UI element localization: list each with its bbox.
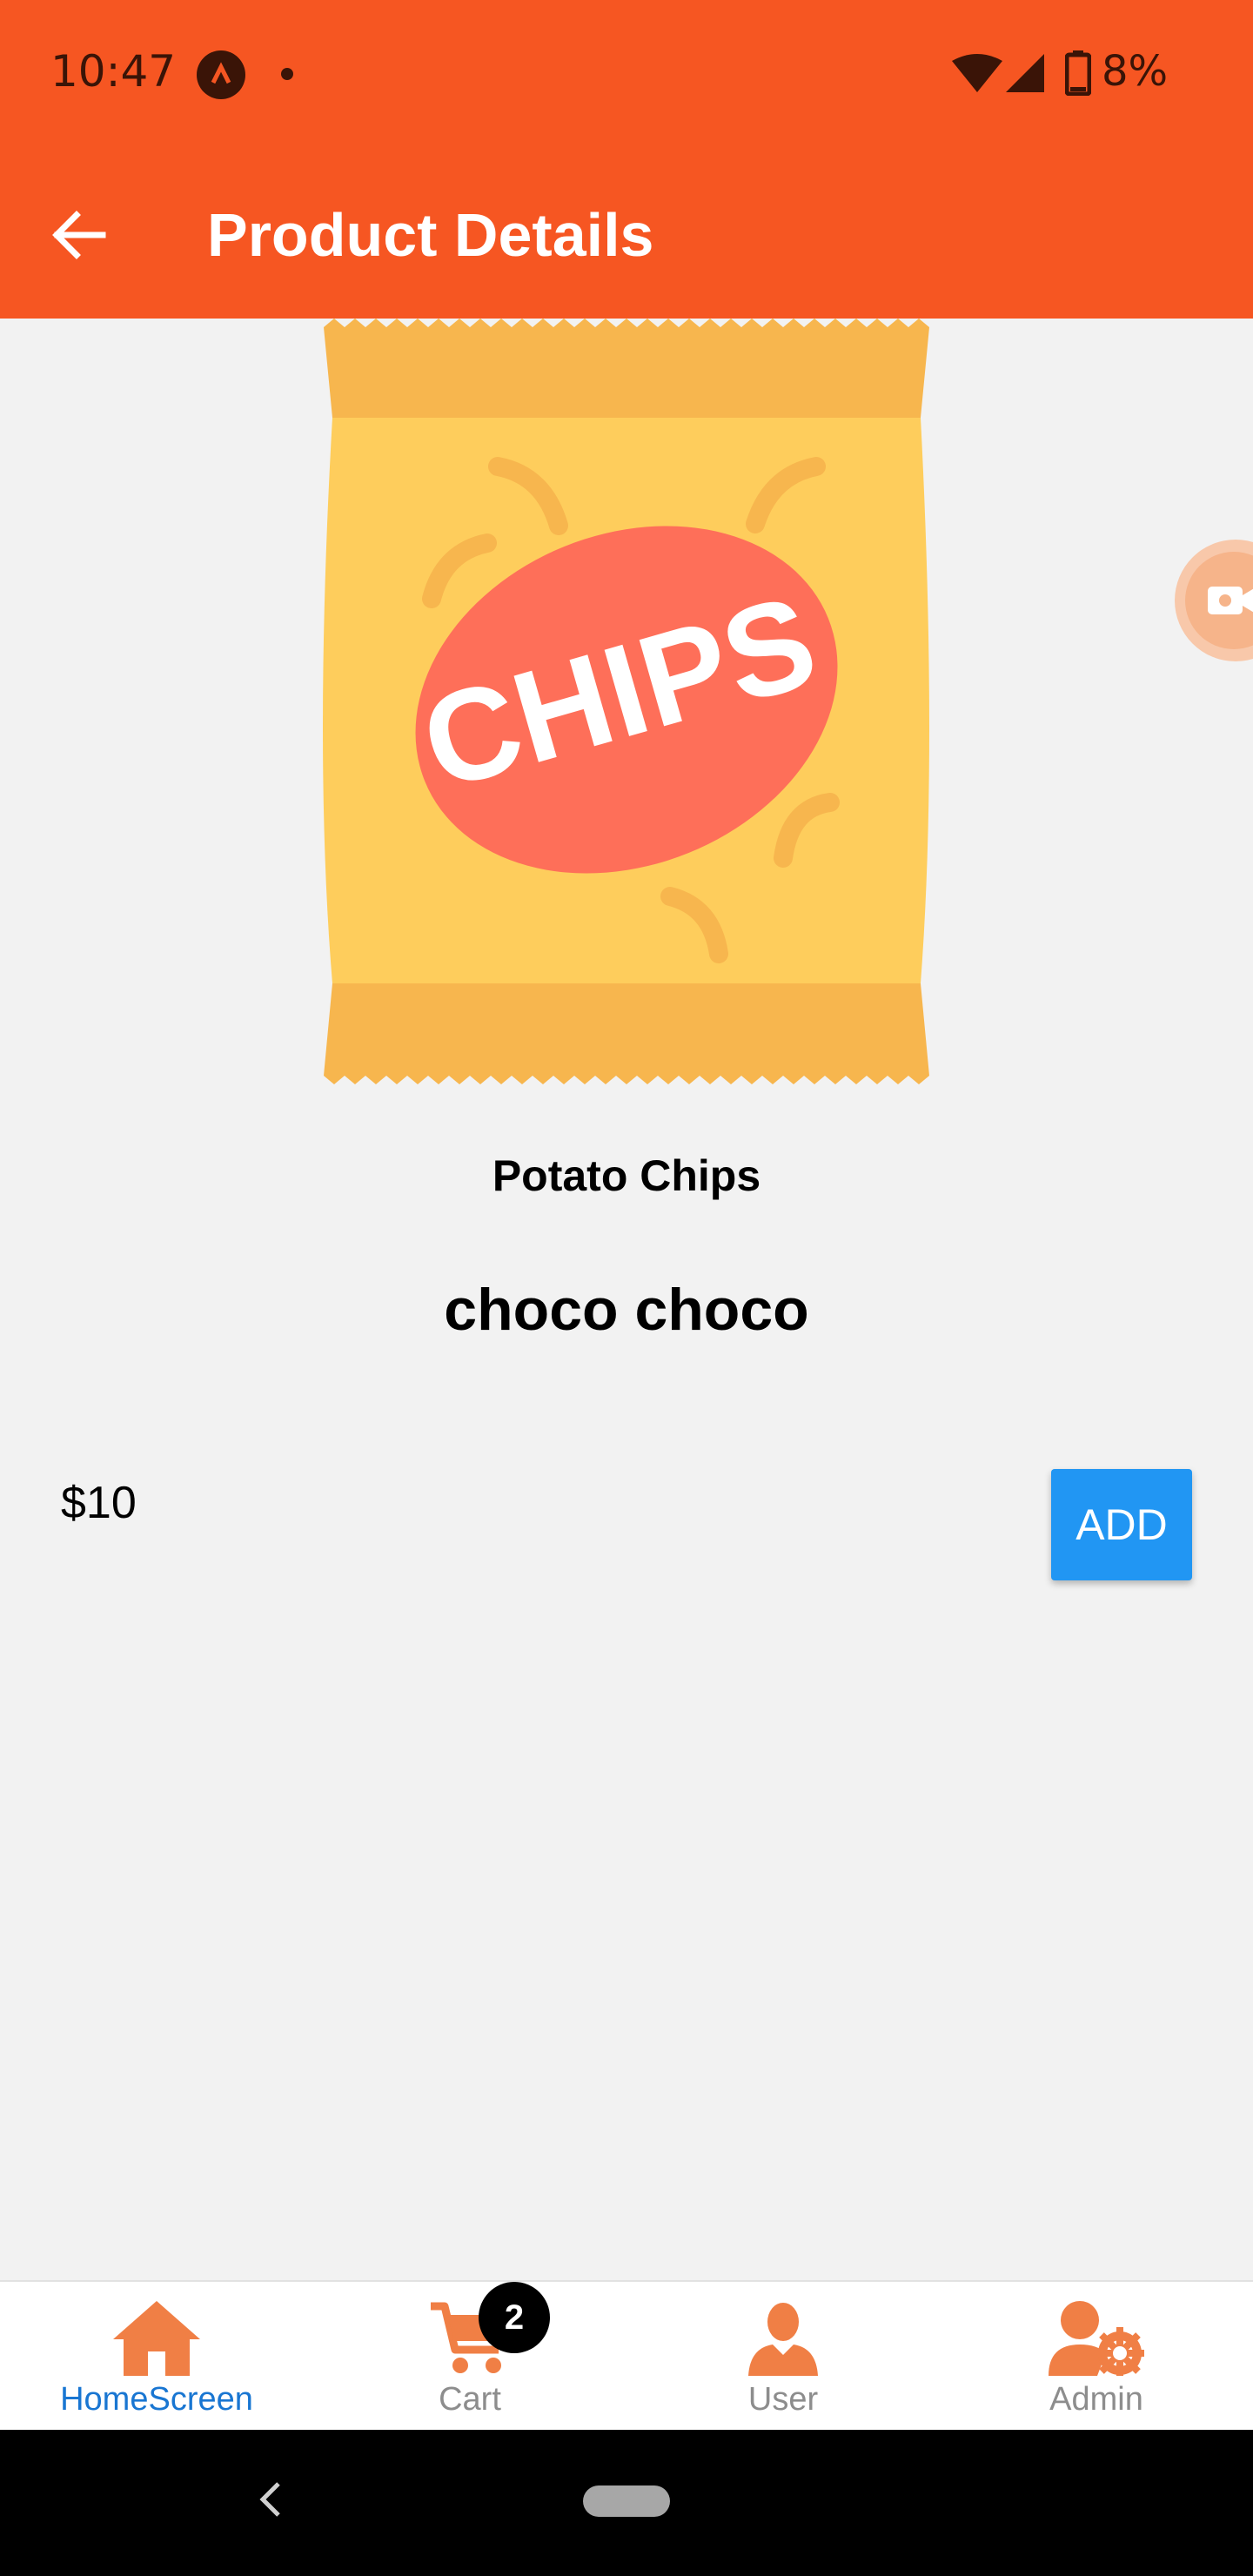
battery-percent: 8% — [1102, 47, 1169, 96]
battery-icon — [1064, 50, 1092, 100]
status-bar: 10:47 8% — [0, 0, 1253, 146]
nav-item-user[interactable]: User — [626, 2282, 940, 2432]
admin-icon — [1049, 2301, 1144, 2380]
nav-label-homescreen: HomeScreen — [60, 2381, 253, 2418]
user-icon — [748, 2301, 818, 2380]
nav-item-admin[interactable]: Admin — [940, 2282, 1253, 2432]
app-bar: Product Details — [0, 146, 1253, 319]
system-navigation-bar — [0, 2430, 1253, 2576]
back-button[interactable] — [45, 200, 115, 270]
cart-count-badge: 2 — [479, 2282, 550, 2353]
product-description: choco choco — [444, 1277, 809, 1343]
page-title: Product Details — [207, 201, 654, 269]
arrow-left-icon — [52, 211, 106, 259]
signal-icon — [1006, 54, 1044, 97]
video-camera-icon — [1208, 587, 1253, 614]
app-notification-icon — [197, 50, 245, 99]
nav-item-homescreen[interactable]: HomeScreen — [0, 2282, 313, 2432]
product-name: Potato Chips — [492, 1151, 761, 1200]
product-price: $10 — [61, 1478, 137, 1528]
notification-dot-icon — [281, 68, 293, 80]
screen-recorder-bubble[interactable] — [1175, 540, 1253, 661]
product-image: CHIPS — [313, 319, 940, 1089]
wifi-icon — [952, 54, 1002, 97]
add-to-cart-button[interactable]: ADD — [1051, 1469, 1192, 1580]
nav-label-admin: Admin — [1049, 2381, 1143, 2418]
system-home-pill[interactable] — [583, 2485, 670, 2517]
bottom-navigation: HomeScreen Cart User Admin 2 — [0, 2280, 1253, 2430]
home-icon — [113, 2301, 200, 2380]
nav-label-user: User — [747, 2381, 819, 2418]
status-time: 10:47 — [50, 46, 177, 97]
nav-label-cart: Cart — [439, 2381, 501, 2418]
nav-item-cart[interactable]: Cart — [313, 2282, 626, 2432]
system-back-icon[interactable] — [252, 2479, 287, 2525]
